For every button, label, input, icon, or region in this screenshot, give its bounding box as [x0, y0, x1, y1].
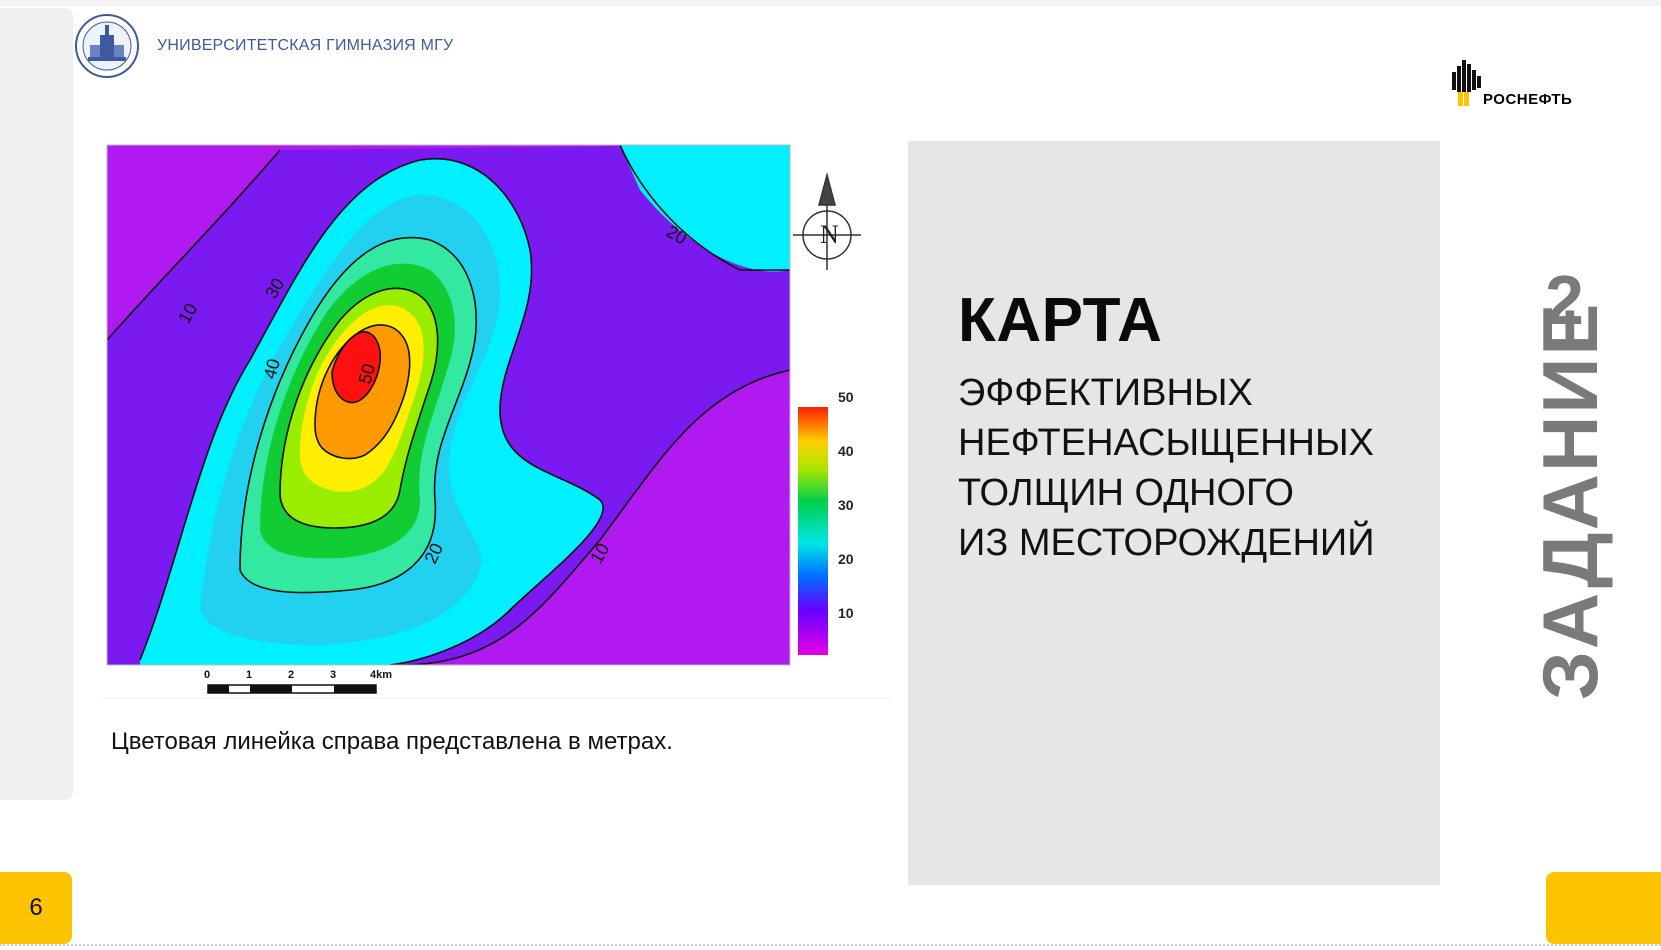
- colorbar-tick: 30: [838, 497, 854, 513]
- subtitle-line: НЕФТЕНАСЫЩЕННЫХ: [958, 422, 1374, 464]
- subtitle-line: ИЗ МЕСТОРОЖДЕНИЙ: [958, 522, 1375, 564]
- scale-tick: 0: [204, 669, 210, 681]
- colorbar-ticks: 50 40 30 20 10: [838, 389, 854, 621]
- left-side-strip: [0, 8, 73, 800]
- scale-bar: 0 1 2 3 4km: [204, 669, 392, 694]
- map-caption: Цветовая линейка справа представлена в м…: [111, 728, 673, 755]
- subtitle-line: ТОЛЩИН ОДНОГО: [958, 472, 1294, 514]
- scale-tick: 4km: [370, 669, 392, 681]
- rosneft-emblem-icon: [1452, 60, 1481, 106]
- task-label: ЗАДАНИЕ: [1526, 301, 1614, 700]
- scale-tick: 1: [246, 669, 252, 681]
- colorbar: [798, 407, 828, 655]
- compass-north-label: N: [820, 220, 839, 249]
- rosneft-logo: РОСНЕФТЬ: [1450, 58, 1600, 110]
- contour-fill: [107, 145, 790, 665]
- rosneft-wordmark: РОСНЕФТЬ: [1483, 91, 1573, 108]
- footer-accent-block: [1546, 872, 1661, 944]
- scale-tick: 3: [330, 669, 336, 681]
- task-heading: 2 ЗАДАНИЕ: [1515, 220, 1635, 740]
- colorbar-tick: 10: [838, 605, 854, 621]
- scale-tick: 2: [288, 669, 294, 681]
- colorbar-tick: 20: [838, 551, 854, 567]
- colorbar-tick: 40: [838, 443, 854, 459]
- oil-thickness-map: 10 20 30 40 50 20 10 N 50 40 30 20 10 0 …: [100, 144, 890, 699]
- page-number-badge: 6: [0, 872, 72, 944]
- north-arrow-icon: N: [793, 172, 861, 270]
- footer-dotted-divider: [0, 944, 1661, 946]
- school-name: УНИВЕРСИТЕТСКАЯ ГИМНАЗИЯ МГУ: [157, 37, 454, 54]
- panel-title: КАРТА: [958, 286, 1163, 355]
- subtitle-line: ЭФФЕКТИВНЫХ: [958, 372, 1253, 414]
- panel-subtitle: ЭФФЕКТИВНЫХ НЕФТЕНАСЫЩЕННЫХ ТОЛЩИН ОДНОГ…: [958, 368, 1375, 568]
- msu-gymnasium-logo: [75, 14, 139, 78]
- colorbar-tick: 50: [838, 389, 854, 405]
- top-divider: [0, 0, 1661, 6]
